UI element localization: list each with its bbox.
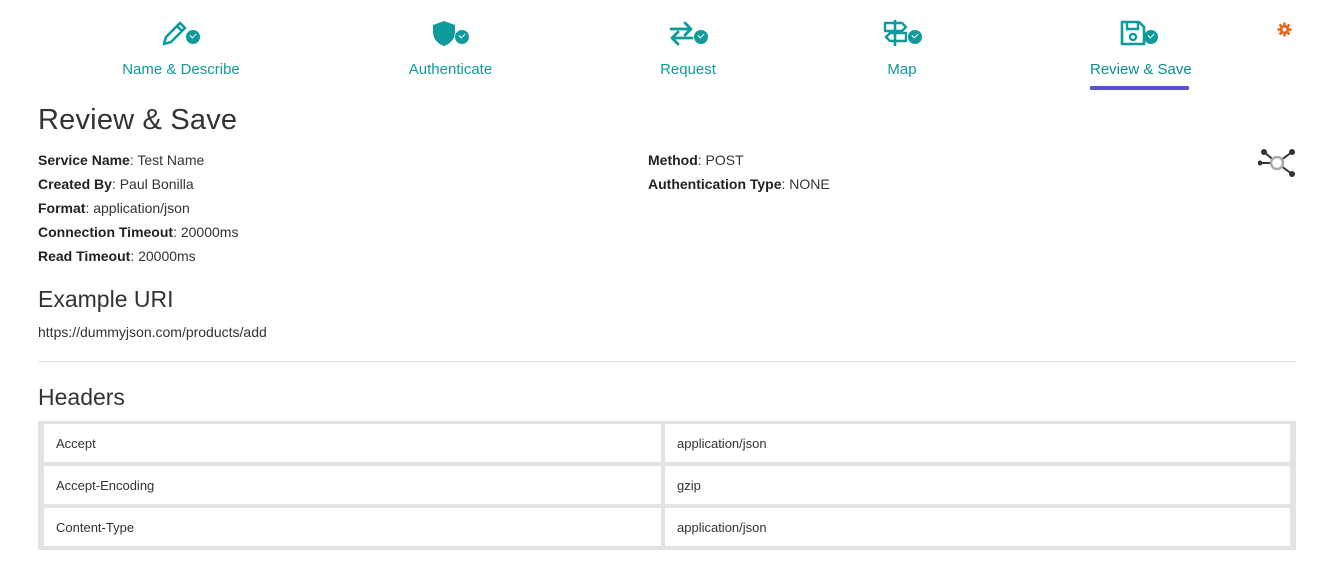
step-icon-wrap — [1090, 18, 1189, 52]
detail-value: : 20000ms — [173, 224, 239, 240]
network-graph-icon[interactable] — [1258, 146, 1298, 180]
page-title: Review & Save — [38, 104, 238, 136]
detail-label: Created By — [38, 176, 112, 192]
service-details-right: Method: POST Authentication Type: NONE — [648, 148, 830, 196]
example-uri-title: Example URI — [38, 286, 174, 312]
detail-value: : 20000ms — [130, 248, 196, 264]
header-key-cell: Accept-Encoding — [44, 466, 661, 504]
header-value-cell: application/json — [665, 508, 1290, 546]
detail-read-timeout: Read Timeout: 20000ms — [38, 244, 238, 268]
detail-value: : Test Name — [129, 152, 205, 168]
table-row: Accept application/json — [41, 424, 1293, 466]
header-value-cell: application/json — [665, 424, 1290, 462]
step-authenticate[interactable]: Authenticate — [408, 18, 493, 78]
detail-label: Service Name — [38, 152, 130, 168]
step-request[interactable]: Request — [660, 18, 716, 78]
step-label: Review & Save — [1090, 61, 1192, 78]
wizard-stepper: Name & Describe Authenticate Request Map… — [0, 0, 1328, 100]
step-label: Request — [660, 61, 716, 78]
check-icon — [694, 30, 708, 44]
step-map[interactable]: Map — [882, 18, 922, 78]
check-icon — [186, 30, 200, 44]
signpost-icon — [883, 20, 908, 46]
active-step-indicator — [1090, 86, 1189, 90]
detail-label: Read Timeout — [38, 248, 131, 264]
example-uri-value: https://dummyjson.com/products/add — [38, 324, 267, 340]
step-label: Authenticate — [408, 61, 493, 78]
detail-created-by: Created By: Paul Bonilla — [38, 172, 238, 196]
headers-table: Accept application/json Accept-Encoding … — [38, 421, 1296, 550]
detail-connection-timeout: Connection Timeout: 20000ms — [38, 220, 238, 244]
swap-arrows-icon — [669, 21, 694, 46]
detail-label: Connection Timeout — [38, 224, 174, 240]
detail-format: Format: application/json — [38, 196, 238, 220]
step-label: Name & Describe — [122, 61, 240, 78]
check-icon — [908, 30, 922, 44]
table-row: Content-Type application/json — [41, 508, 1293, 550]
detail-label: Method — [648, 152, 698, 168]
step-icon-wrap — [122, 18, 240, 52]
detail-value: : NONE — [781, 176, 830, 192]
detail-label: Authentication Type — [648, 176, 782, 192]
detail-method: Method: POST — [648, 148, 830, 172]
header-value-cell: gzip — [665, 466, 1290, 504]
check-icon — [1144, 30, 1158, 44]
step-label: Map — [887, 61, 917, 78]
step-name-describe[interactable]: Name & Describe — [122, 18, 240, 78]
detail-value: : Paul Bonilla — [111, 176, 194, 192]
step-review-save[interactable]: Review & Save — [1090, 18, 1192, 90]
gear-icon[interactable] — [1277, 22, 1292, 37]
header-key-cell: Accept — [44, 424, 661, 462]
floppy-disk-icon — [1120, 20, 1146, 46]
detail-value: : application/json — [85, 200, 190, 216]
section-divider — [38, 361, 1296, 362]
step-icon-wrap — [882, 18, 922, 52]
detail-authentication-type: Authentication Type: NONE — [648, 172, 830, 196]
step-icon-wrap — [660, 18, 716, 52]
step-icon-wrap — [408, 18, 493, 52]
detail-label: Format — [38, 200, 86, 216]
detail-service-name: Service Name: Test Name — [38, 148, 238, 172]
check-icon — [455, 30, 469, 44]
headers-title: Headers — [38, 384, 125, 410]
detail-value: : POST — [697, 152, 744, 168]
header-key-cell: Content-Type — [44, 508, 661, 546]
table-row: Accept-Encoding gzip — [41, 466, 1293, 508]
service-details-left: Service Name: Test Name Created By: Paul… — [38, 148, 238, 268]
